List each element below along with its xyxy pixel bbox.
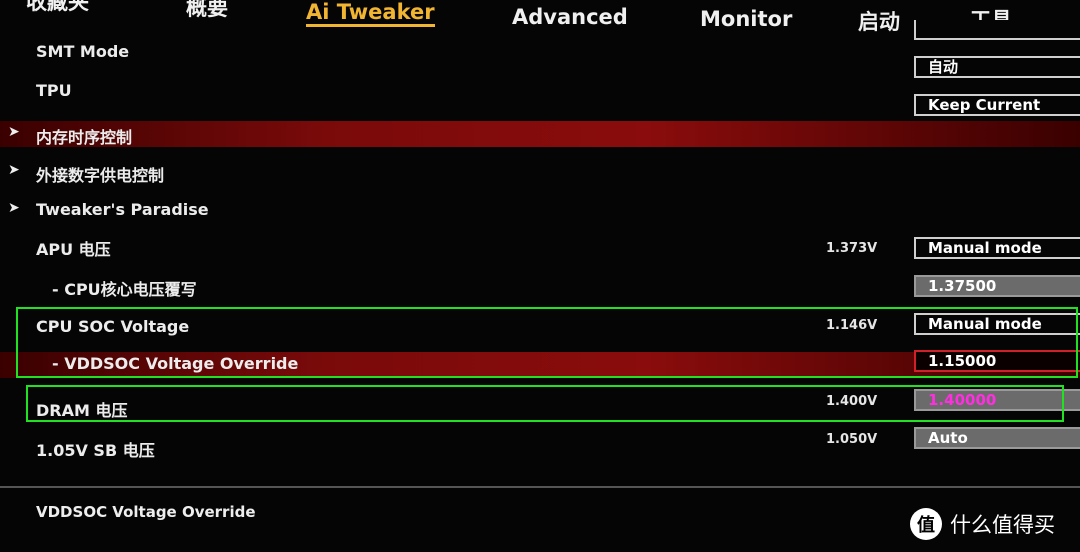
tpu-label: TPU — [36, 81, 72, 100]
divider — [0, 486, 1080, 488]
tpu-select[interactable]: 自动 — [914, 56, 1080, 78]
apu-voltage-reading: 1.373V — [826, 241, 878, 256]
submenu-memory-timing[interactable]: 内存时序控制 — [36, 124, 132, 148]
tpu-keep-select[interactable]: Keep Current — [914, 94, 1080, 116]
submenu-tweakers-paradise[interactable]: Tweaker's Paradise — [36, 200, 209, 219]
smt-mode-field[interactable] — [914, 20, 1080, 40]
cpu-core-override-input[interactable]: 1.37500 — [914, 275, 1080, 297]
tab-monitor[interactable]: Monitor — [700, 7, 792, 31]
tab-favorites[interactable]: 收藏夹 — [26, 0, 89, 16]
sb-voltage-label: 1.05V SB 电压 — [36, 441, 155, 460]
arrow-icon: ➤ — [8, 124, 20, 140]
highlight-box-dram — [26, 385, 1064, 422]
cpu-core-override-label: - CPU核心电压覆写 — [52, 280, 197, 299]
tab-boot[interactable]: 启动 — [858, 6, 900, 36]
submenu-digi-power[interactable]: 外接数字供电控制 — [36, 162, 164, 186]
arrow-icon: ➤ — [8, 162, 20, 178]
watermark: 值 什么值得买 — [910, 508, 1055, 540]
help-text: VDDSOC Voltage Override — [36, 503, 256, 521]
sb-voltage-reading: 1.050V — [826, 432, 878, 447]
highlight-box-soc — [16, 307, 1078, 378]
watermark-logo-icon: 值 — [910, 508, 942, 540]
smt-mode-label: SMT Mode — [36, 42, 130, 61]
apu-voltage-select[interactable]: Manual mode — [914, 237, 1080, 259]
tab-ai-tweaker[interactable]: Ai Tweaker — [306, 0, 435, 27]
sb-voltage-select[interactable]: Auto — [914, 427, 1080, 449]
watermark-text: 什么值得买 — [950, 513, 1055, 537]
tab-advanced[interactable]: Advanced — [512, 5, 628, 29]
selected-row-memory-timing — [0, 121, 1080, 147]
apu-voltage-label: APU 电压 — [36, 240, 111, 259]
tab-overview[interactable]: 概要 — [186, 0, 228, 22]
arrow-icon: ➤ — [8, 200, 20, 216]
